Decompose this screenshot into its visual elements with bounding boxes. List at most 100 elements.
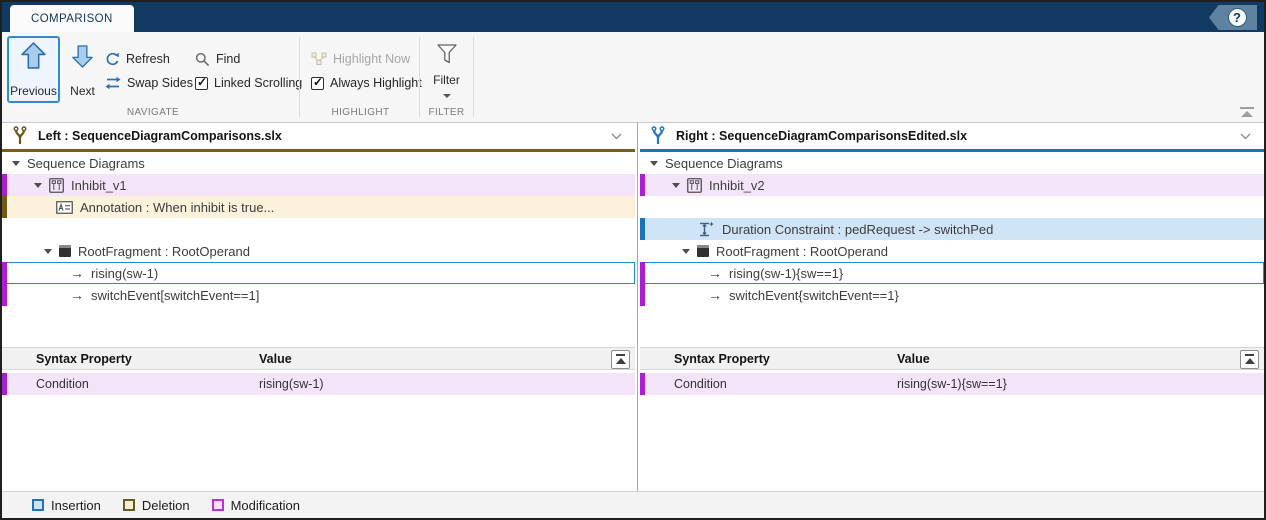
- find-button[interactable]: Find: [195, 50, 240, 68]
- ribbon: Previous Next Refresh Swap Sides: [2, 32, 1264, 123]
- tree-row-rising[interactable]: rising(sw-1): [2, 262, 635, 284]
- tree-row-rootfragment[interactable]: RootFragment : RootOperand: [640, 240, 1264, 262]
- right-file-title: Right : SequenceDiagramComparisonsEdited…: [676, 129, 967, 143]
- property-column-header: Syntax Property: [2, 352, 132, 366]
- help-icon: ?: [1228, 8, 1247, 27]
- legend-item-modification: Modification: [212, 498, 300, 513]
- tab-comparison[interactable]: COMPARISON: [10, 5, 134, 32]
- change-type-legend: Insertion Deletion Modification: [2, 491, 1264, 518]
- expander-down-icon[interactable]: [672, 183, 680, 188]
- tree-row-switchevent[interactable]: switchEvent{switchEvent==1}: [640, 284, 1264, 306]
- right-panel: Right : SequenceDiagramComparisonsEdited…: [640, 123, 1264, 491]
- tree-row-inhibit-v2[interactable]: Inhibit_v2: [640, 174, 1264, 196]
- swap-icon: [105, 76, 121, 90]
- modification-marker: [2, 174, 7, 196]
- expander-down-icon[interactable]: [34, 183, 42, 188]
- deletion-marker: [2, 196, 7, 218]
- branch-icon: [650, 126, 666, 146]
- expander-down-icon[interactable]: [12, 161, 20, 166]
- message-arrow-icon: [708, 266, 722, 280]
- collapse-table-button[interactable]: [1240, 350, 1259, 369]
- ribbon-separator: [473, 37, 474, 117]
- left-property-row-condition[interactable]: Condition rising(sw-1): [2, 373, 635, 395]
- modification-marker: [2, 284, 7, 306]
- tree-row-label: Sequence Diagrams: [27, 156, 145, 171]
- expander-down-icon[interactable]: [682, 249, 690, 254]
- collapse-table-button[interactable]: [611, 350, 630, 369]
- always-highlight-toggle[interactable]: Always Highlight: [311, 74, 422, 92]
- checkbox-checked-icon[interactable]: [311, 77, 324, 90]
- linked-scrolling-toggle[interactable]: Linked Scrolling: [195, 74, 302, 92]
- comparison-window: COMPARISON ? Previous Next Refresh: [0, 0, 1266, 520]
- refresh-icon: [105, 52, 120, 67]
- ribbon-separator: [299, 37, 300, 117]
- previous-label: Previous: [10, 84, 57, 98]
- tree-row-sequence-diagrams[interactable]: Sequence Diagrams: [640, 152, 1264, 174]
- filter-label: Filter: [433, 73, 460, 87]
- right-file-header[interactable]: Right : SequenceDiagramComparisonsEdited…: [640, 123, 1264, 149]
- legend-item-deletion: Deletion: [123, 498, 190, 513]
- tree-row-label: Duration Constraint : pedRequest -> swit…: [722, 222, 993, 237]
- property-value: rising(sw-1): [259, 377, 324, 391]
- left-panel: Left : SequenceDiagramComparisons.slx Se…: [2, 123, 635, 491]
- expander-down-icon[interactable]: [650, 161, 658, 166]
- titlebar: COMPARISON ?: [2, 2, 1264, 32]
- tree-row-annotation[interactable]: Annotation : When inhibit is true...: [2, 196, 635, 218]
- collapse-ribbon-button[interactable]: [1240, 107, 1254, 117]
- filter-funnel-icon: [437, 44, 457, 66]
- tree-row-sequence-diagrams[interactable]: Sequence Diagrams: [2, 152, 635, 174]
- duration-constraint-icon: [698, 221, 715, 238]
- swap-sides-button[interactable]: Swap Sides: [105, 74, 193, 92]
- tree-row-label: Sequence Diagrams: [665, 156, 783, 171]
- refresh-button[interactable]: Refresh: [105, 50, 170, 68]
- previous-button[interactable]: Previous: [7, 36, 60, 103]
- value-column-header: Value: [897, 352, 930, 366]
- search-icon: [195, 52, 210, 67]
- tree-row-label: Inhibit_v2: [709, 178, 765, 193]
- left-file-header[interactable]: Left : SequenceDiagramComparisons.slx: [2, 123, 635, 149]
- deletion-swatch-icon: [123, 499, 135, 511]
- group-label-highlight: HIGHLIGHT: [302, 107, 419, 118]
- expander-down-icon[interactable]: [44, 249, 52, 254]
- tree-row-duration-constraint[interactable]: Duration Constraint : pedRequest -> swit…: [640, 218, 1264, 240]
- tree-row-inhibit-v1[interactable]: Inhibit_v1: [2, 174, 635, 196]
- message-arrow-icon: [708, 288, 722, 302]
- left-property-table-header: Syntax Property Value: [2, 347, 635, 370]
- property-name: Condition: [640, 377, 727, 391]
- fragment-icon: [697, 245, 709, 257]
- highlight-now-button[interactable]: Highlight Now: [311, 50, 410, 68]
- insertion-marker: [640, 218, 645, 240]
- legend-label: Insertion: [51, 498, 101, 513]
- property-column-header: Syntax Property: [640, 352, 770, 366]
- message-arrow-icon: [70, 266, 84, 280]
- tree-row-label: switchEvent{switchEvent==1}: [729, 288, 899, 303]
- arrow-down-icon: [72, 45, 93, 68]
- legend-item-insertion: Insertion: [32, 498, 101, 513]
- filter-button[interactable]: Filter: [426, 36, 467, 103]
- property-name: Condition: [2, 377, 89, 391]
- legend-label: Deletion: [142, 498, 190, 513]
- chevron-down-icon[interactable]: [1240, 133, 1251, 140]
- chevron-down-icon: [443, 94, 451, 98]
- sequence-diagram-icon: [49, 178, 64, 193]
- right-property-row-condition[interactable]: Condition rising(sw-1){sw==1}: [640, 373, 1264, 395]
- ribbon-separator: [419, 37, 420, 117]
- modification-marker: [640, 373, 645, 395]
- highlight-now-label: Highlight Now: [333, 52, 410, 66]
- tree-row-label: switchEvent[switchEvent==1]: [91, 288, 259, 303]
- right-property-table-header: Syntax Property Value: [640, 347, 1264, 370]
- sequence-diagram-icon: [687, 178, 702, 193]
- checkbox-checked-icon[interactable]: [195, 77, 208, 90]
- modification-marker: [640, 262, 645, 284]
- tree-row-rising[interactable]: rising(sw-1){sw==1}: [640, 262, 1264, 284]
- swap-sides-label: Swap Sides: [127, 76, 193, 90]
- comparison-split-view: Left : SequenceDiagramComparisons.slx Se…: [2, 123, 1264, 491]
- help-button[interactable]: ?: [1209, 5, 1257, 30]
- next-button[interactable]: Next: [64, 36, 101, 103]
- value-column-header: Value: [259, 352, 292, 366]
- tree-row-rootfragment[interactable]: RootFragment : RootOperand: [2, 240, 635, 262]
- tree-row-label: rising(sw-1){sw==1}: [729, 266, 843, 281]
- chevron-down-icon[interactable]: [611, 133, 622, 140]
- tree-row-switchevent[interactable]: switchEvent[switchEvent==1]: [2, 284, 635, 306]
- group-label-navigate: NAVIGATE: [7, 107, 299, 118]
